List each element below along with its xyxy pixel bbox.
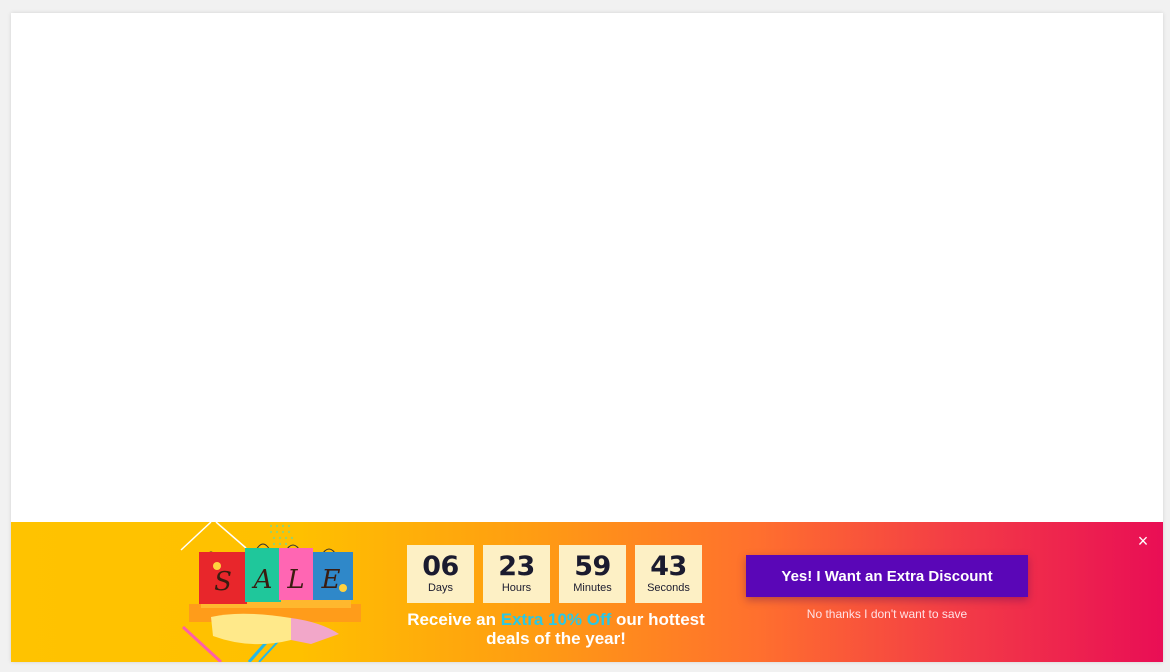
- close-icon[interactable]: ×: [1135, 532, 1151, 550]
- countdown-days: 06 Days: [407, 545, 474, 603]
- countdown-label: Hours: [501, 582, 532, 594]
- discount-banner: S A L E 06 Days 23 Hours 59 Minutes 43 S…: [11, 522, 1163, 662]
- countdown-hours: 23 Hours: [483, 545, 550, 603]
- countdown-label: Seconds: [647, 582, 690, 594]
- offer-prefix: Receive an: [407, 610, 501, 629]
- bag-letter: A: [252, 565, 273, 595]
- no-thanks-link[interactable]: No thanks I don't want to save: [746, 607, 1028, 621]
- pie-shape: [211, 613, 291, 645]
- offer-suffix: our hottest: [611, 610, 705, 629]
- sale-bags-illustration: S A L E: [180, 522, 361, 662]
- countdown-value: 59: [574, 551, 611, 582]
- bag-letter: S: [214, 567, 232, 597]
- countdown-seconds: 43 Seconds: [635, 545, 702, 603]
- page-content-area: S A L E 06 Days 23 Hours 59 Minutes 43 S…: [11, 13, 1163, 662]
- dot-pattern: [269, 524, 294, 546]
- countdown-value: 06: [422, 551, 459, 582]
- bag-letter: E: [321, 565, 341, 595]
- bag-letter: L: [286, 565, 304, 595]
- countdown-value: 43: [650, 551, 687, 582]
- offer-highlight: Extra 10% Off: [500, 610, 612, 629]
- offer-line2: deals of the year!: [486, 629, 626, 648]
- countdown-value: 23: [498, 551, 535, 582]
- countdown-minutes: 59 Minutes: [559, 545, 626, 603]
- countdown-label: Days: [427, 582, 454, 594]
- decor-line: [180, 522, 212, 551]
- countdown-label: Minutes: [573, 582, 612, 594]
- offer-text: Receive an Extra 10% Off our hottest dea…: [391, 610, 721, 648]
- decor-line: [215, 522, 247, 549]
- countdown-timer: 06 Days 23 Hours 59 Minutes 43 Seconds: [407, 545, 702, 603]
- extra-discount-button[interactable]: Yes! I Want an Extra Discount: [746, 555, 1028, 597]
